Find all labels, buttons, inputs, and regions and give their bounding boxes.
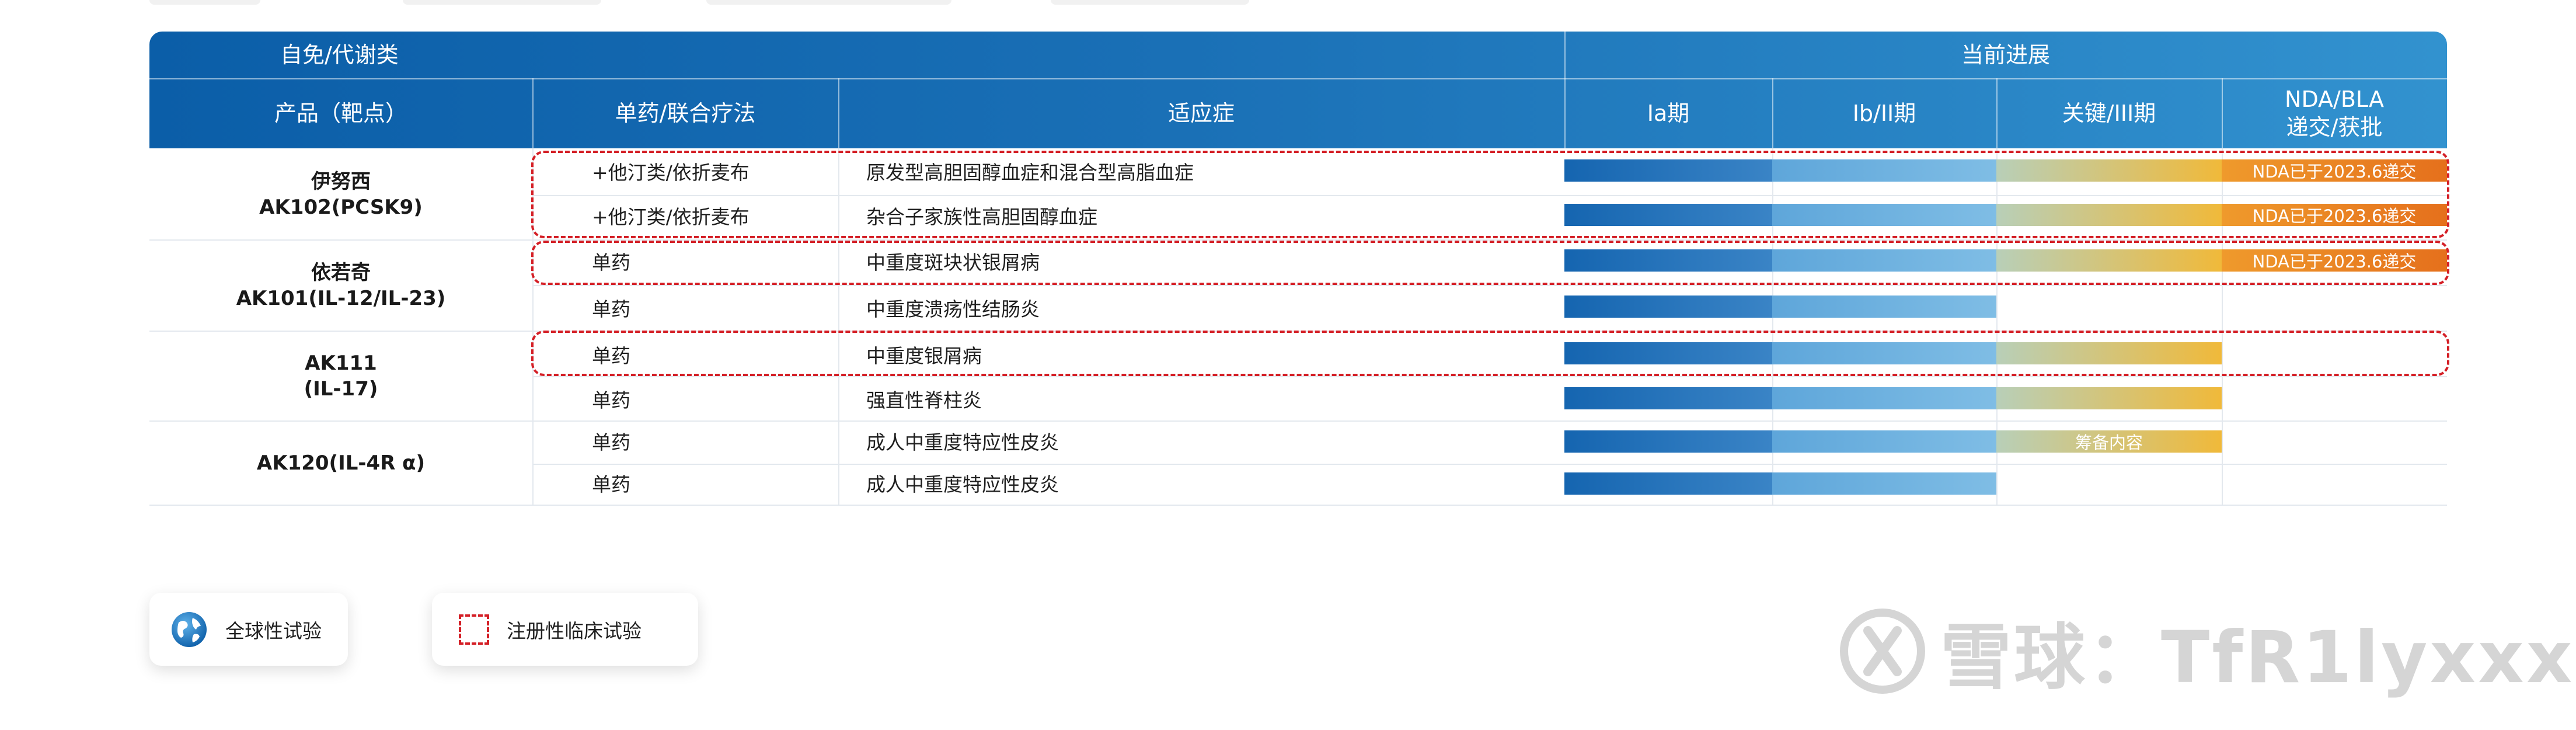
progress-segment-phase1a — [1564, 296, 1772, 318]
col-header-nda-line2: 递交/获批 — [2286, 114, 2383, 140]
indication-cell: 中重度溃疡性结肠炎 — [866, 298, 1040, 321]
col-header-product: 产品（靶点） — [274, 100, 407, 126]
progress-status-label: NDA已于2023.6递交 — [2252, 252, 2417, 272]
progress-status-label: 筹备内容 — [2075, 433, 2143, 453]
watermark-text: 雪球：TfR1lyxxx — [1940, 616, 2575, 699]
therapy-cell: 单药 — [592, 431, 630, 454]
globe-icon — [172, 611, 207, 647]
col-header-phase1a: Ia期 — [1647, 100, 1690, 126]
progress-status-label: NDA已于2023.6递交 — [2252, 206, 2417, 226]
indication-cell: 成人中重度特应性皮炎 — [866, 431, 1059, 454]
top-tab-partial — [1051, 0, 1249, 5]
col-header-therapy: 单药/联合疗法 — [615, 100, 756, 126]
col-header-phase1b: Ib/II期 — [1852, 100, 1916, 126]
therapy-cell: 单药 — [592, 389, 630, 412]
progress-bar — [1564, 387, 2222, 409]
product-name: 依若奇 AK101(IL-12/IL-23) — [236, 261, 446, 310]
legend-registration-trial: 注册性临床试验 — [432, 593, 698, 666]
indication-cell: 强直性脊柱炎 — [866, 389, 982, 412]
progress-segment-phase1a — [1564, 387, 1772, 409]
top-tab-partial — [149, 0, 260, 5]
dashed-box-icon — [459, 614, 489, 645]
snowball-logo-icon — [1840, 609, 1925, 694]
registration-trial-highlight — [531, 151, 2449, 238]
group-label-left: 自免/代谢类 — [280, 42, 399, 68]
progress-bar — [1564, 296, 1996, 318]
progress-segment-phase1a — [1564, 430, 1772, 453]
progress-bar: 筹备内容 — [1564, 430, 2222, 453]
progress-segment-phase1b — [1772, 387, 1996, 409]
progress-status-label: NDA已于2023.6递交 — [2252, 162, 2417, 182]
legend-registration-trial-label: 注册性临床试验 — [507, 619, 642, 642]
table-header: 自免/代谢类 当前进展 产品（靶点） 单药/联合疗法 适应症 Ia期 Ib/II… — [149, 32, 2447, 148]
progress-segment-phase1a — [1564, 472, 1772, 495]
registration-trial-highlight — [531, 331, 2449, 376]
product-name: 伊努西 AK102(PCSK9) — [259, 170, 423, 219]
progress-segment-phase1b — [1772, 430, 1996, 453]
progress-segment-pivotal — [1996, 387, 2222, 409]
row-divider — [149, 505, 2447, 506]
top-tab-partial — [706, 0, 951, 5]
therapy-cell: 单药 — [592, 298, 630, 321]
registration-trial-highlight — [531, 241, 2449, 285]
indication-cell: 成人中重度特应性皮炎 — [866, 473, 1059, 496]
legend-global-trial: 全球性试验 — [149, 593, 348, 666]
col-header-nda-line1: NDA/BLA — [2285, 86, 2384, 112]
therapy-cell: 单药 — [592, 473, 630, 496]
legend-global-trial-label: 全球性试验 — [225, 619, 322, 642]
col-header-indication: 适应症 — [1167, 100, 1235, 126]
row-divider — [532, 464, 2447, 465]
progress-segment-phase1b — [1772, 296, 1996, 318]
product-name: AK120(IL-4R α) — [256, 451, 426, 475]
product-name: AK111 (IL-17) — [304, 352, 378, 401]
top-tab-partial — [403, 0, 601, 5]
col-header-pivotal: 关键/III期 — [2062, 100, 2156, 126]
progress-bar — [1564, 472, 1996, 495]
progress-segment-phase1b — [1772, 472, 1996, 495]
watermark: 雪球：TfR1lyxxx — [1839, 607, 2575, 699]
row-divider — [532, 376, 2447, 377]
group-label-right: 当前进展 — [1961, 42, 2050, 68]
col-header-nda: NDA/BLA 递交/获批 — [2222, 78, 2447, 148]
row-divider — [532, 285, 2447, 286]
